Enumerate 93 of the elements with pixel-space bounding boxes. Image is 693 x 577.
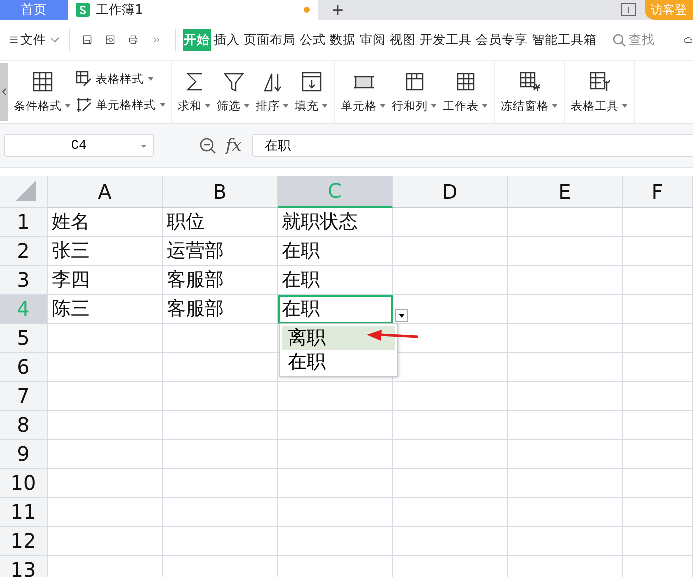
rows-columns-icon xyxy=(404,70,426,92)
row-header[interactable]: 5 xyxy=(0,324,48,353)
row-header[interactable]: 11 xyxy=(0,498,48,527)
dropdown-option[interactable]: 在职 xyxy=(282,350,395,374)
table-cell xyxy=(623,527,693,556)
zoom-out-icon[interactable] xyxy=(200,138,216,154)
column-header[interactable]: E xyxy=(508,176,623,208)
grid-icon xyxy=(32,70,54,92)
freeze-panes-icon xyxy=(518,70,540,92)
table-cell xyxy=(623,440,693,469)
worksheet-icon xyxy=(454,70,476,92)
window-icon xyxy=(621,3,637,17)
table-cell xyxy=(623,295,693,324)
file-menu[interactable]: 文件 xyxy=(20,29,61,51)
name-box[interactable]: C4 xyxy=(4,134,154,157)
spreadsheet-icon xyxy=(76,3,90,17)
fill-down-icon xyxy=(300,70,322,92)
document-tab[interactable]: 工作簿1 xyxy=(68,0,318,20)
search-icon xyxy=(613,34,626,46)
row-header[interactable]: 6 xyxy=(0,353,48,382)
formula-field[interactable]: 在职 xyxy=(252,134,693,157)
search-button[interactable]: 查找 xyxy=(612,29,656,51)
tab-label: 首页 xyxy=(21,2,47,19)
function-label[interactable]: fx xyxy=(226,136,242,156)
menu-tab[interactable]: 数据 xyxy=(329,29,358,51)
row-header[interactable]: 3 xyxy=(0,266,48,295)
table-cell: 姓名 xyxy=(48,208,163,237)
row-header[interactable]: 9 xyxy=(0,440,48,469)
row-header[interactable]: 13 xyxy=(0,556,48,577)
menu-tab[interactable]: 审阅 xyxy=(359,29,388,51)
ribbon-button[interactable]: 填充 xyxy=(293,68,330,116)
new-tab-button[interactable]: + xyxy=(318,0,358,20)
table-cell xyxy=(623,382,693,411)
dropdown-option[interactable]: 离职 xyxy=(282,326,395,350)
menu-tab[interactable]: 智能工具箱 xyxy=(531,29,598,51)
tab-label: 工作簿1 xyxy=(96,2,144,19)
table-cell: 在职 xyxy=(278,266,393,295)
row-header[interactable]: 2 xyxy=(0,237,48,266)
menu-tab[interactable]: 公式 xyxy=(299,29,328,51)
row-header[interactable]: 8 xyxy=(0,411,48,440)
table-cell xyxy=(623,353,693,382)
row-header[interactable]: 12 xyxy=(0,527,48,556)
ribbon-button[interactable]: 行和列 xyxy=(390,68,439,116)
ribbon-button[interactable]: 冻结窗格 xyxy=(499,68,560,116)
menu-tab[interactable]: 开发工具 xyxy=(419,29,474,51)
ribbon-button[interactable]: 筛选 xyxy=(215,68,252,116)
ribbon-button[interactable]: 单元格样式 xyxy=(75,96,167,114)
table-cell xyxy=(623,266,693,295)
table-cell xyxy=(623,469,693,498)
menu-tab[interactable]: 会员专享 xyxy=(475,29,530,51)
table-cell: 职位 xyxy=(163,208,278,237)
unsaved-dot xyxy=(304,7,310,13)
ribbon-button[interactable]: 表格样式 xyxy=(75,70,167,88)
ribbon-button[interactable]: 单元格 xyxy=(339,68,388,116)
row-header[interactable]: 1 xyxy=(0,208,48,237)
table-cell xyxy=(623,324,693,353)
dropdown-button[interactable] xyxy=(395,309,408,322)
ribbon-button[interactable]: 排序 xyxy=(254,68,291,116)
table-cell xyxy=(623,237,693,266)
row-header[interactable]: 7 xyxy=(0,382,48,411)
ribbon-button[interactable]: 表格工具 xyxy=(569,68,630,116)
cell-brush-icon xyxy=(76,97,92,113)
column-header[interactable]: F xyxy=(623,176,693,208)
table-cell xyxy=(623,498,693,527)
menu-icon xyxy=(10,34,18,46)
select-all-icon xyxy=(16,181,36,201)
table-brush-icon xyxy=(76,71,92,87)
table-cell: 客服部 xyxy=(163,295,278,324)
table-cell xyxy=(623,208,693,237)
row-header[interactable]: 10 xyxy=(0,469,48,498)
table-cell xyxy=(623,411,693,440)
column-header[interactable]: B xyxy=(163,176,278,208)
table-cell: 李四 xyxy=(48,266,163,295)
table-cell: 陈三 xyxy=(48,295,163,324)
table-wrench-icon xyxy=(588,70,610,92)
funnel-icon xyxy=(222,70,244,92)
ribbon-button[interactable]: 工作表 xyxy=(441,68,490,116)
table-cell: 运营部 xyxy=(163,237,278,266)
menu-tab[interactable]: 插入 xyxy=(213,29,242,51)
menu-tab[interactable]: 页面布局 xyxy=(243,29,298,51)
column-header[interactable]: D xyxy=(393,176,508,208)
menu-tab[interactable]: 视图 xyxy=(389,29,418,51)
ribbon-button[interactable]: 求和 xyxy=(176,68,213,116)
table-cell: 张三 xyxy=(48,237,163,266)
annotation-arrow xyxy=(366,330,420,342)
chevron-down-icon xyxy=(50,37,60,43)
table-cell: 就职状态 xyxy=(278,208,393,237)
table-cell: 客服部 xyxy=(163,266,278,295)
table-cell: 在职 xyxy=(278,237,393,266)
ribbon-button[interactable]: 条件格式 xyxy=(12,68,73,116)
chevron-left-icon xyxy=(2,88,6,96)
table-cell: 在职 xyxy=(278,295,393,324)
column-header[interactable]: A xyxy=(48,176,163,208)
